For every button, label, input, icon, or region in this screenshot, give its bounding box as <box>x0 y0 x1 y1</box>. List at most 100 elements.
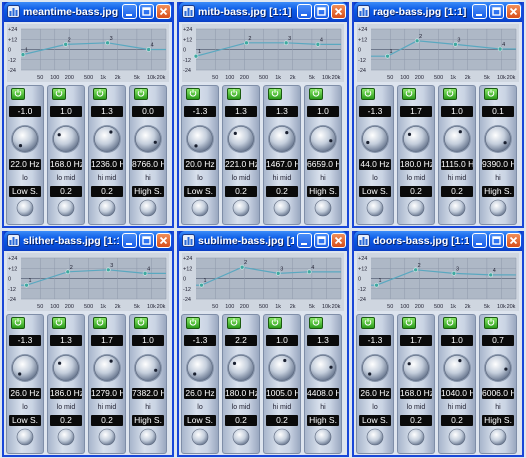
q-display[interactable]: Low S. <box>184 186 216 197</box>
q-display[interactable]: Low S. <box>359 186 391 197</box>
band-power-toggle[interactable] <box>484 88 498 100</box>
maximize-button[interactable] <box>489 233 504 248</box>
frequency-knob[interactable] <box>442 353 472 383</box>
band-power-toggle[interactable] <box>484 317 498 329</box>
minimize-button[interactable] <box>297 4 312 19</box>
q-display[interactable]: 0.2 <box>50 186 82 197</box>
q-knob[interactable] <box>314 199 332 217</box>
minimize-button[interactable] <box>122 233 137 248</box>
maximize-button[interactable] <box>139 4 154 19</box>
gain-display[interactable]: -1.3 <box>359 335 391 346</box>
band-power-toggle[interactable] <box>93 317 107 329</box>
frequency-display[interactable]: 180.0 Hz <box>225 388 257 399</box>
eq-window[interactable]: mitb-bass.jpg [1:1] (B... +24 +12 0 -12 -24 50… <box>177 2 349 228</box>
gain-display[interactable]: 1.3 <box>91 106 123 117</box>
frequency-knob[interactable] <box>133 124 163 154</box>
frequency-display[interactable]: 7382.0 Hz <box>132 388 164 399</box>
minimize-button[interactable] <box>297 233 312 248</box>
gain-display[interactable]: 1.3 <box>307 335 339 346</box>
eq-response-graph[interactable]: +24 +12 0 -12 -24 50 100 200 500 1k 2k 5k 10k 20k 1 2 3 4 <box>7 24 169 82</box>
close-button[interactable] <box>331 233 346 248</box>
q-knob[interactable] <box>139 199 157 217</box>
gain-display[interactable]: -1.3 <box>9 335 41 346</box>
gain-display[interactable]: -1.3 <box>359 106 391 117</box>
frequency-knob[interactable] <box>92 353 122 383</box>
title-bar[interactable]: meantime-bass.jpg [1:1] (B... <box>4 2 172 22</box>
frequency-display[interactable]: 221.0 Hz <box>225 159 257 170</box>
q-knob[interactable] <box>57 199 75 217</box>
gain-display[interactable]: 1.3 <box>266 106 298 117</box>
band-power-toggle[interactable] <box>134 88 148 100</box>
frequency-knob[interactable] <box>483 124 513 154</box>
maximize-button[interactable] <box>314 4 329 19</box>
q-knob[interactable] <box>448 428 466 446</box>
q-display[interactable]: 0.2 <box>91 186 123 197</box>
q-display[interactable]: 0.2 <box>441 415 473 426</box>
band-power-toggle[interactable] <box>134 317 148 329</box>
q-display[interactable]: 0.2 <box>225 415 257 426</box>
frequency-knob[interactable] <box>226 353 256 383</box>
q-display[interactable]: High S. <box>307 415 339 426</box>
frequency-display[interactable]: 4408.0 Hz <box>307 388 339 399</box>
frequency-knob[interactable] <box>133 353 163 383</box>
frequency-display[interactable]: 168.0 Hz <box>400 388 432 399</box>
q-display[interactable]: 0.2 <box>400 415 432 426</box>
band-power-toggle[interactable] <box>11 88 25 100</box>
eq-response-graph[interactable]: +24 +12 0 -12 -24 50 100 200 500 1k 2k 5k 10k 20k 1 2 3 4 <box>182 24 344 82</box>
maximize-button[interactable] <box>139 233 154 248</box>
title-bar[interactable]: slither-bass.jpg [1:1] (... <box>4 231 172 251</box>
q-knob[interactable] <box>57 428 75 446</box>
q-knob[interactable] <box>191 199 209 217</box>
frequency-display[interactable]: 1005.0 Hz <box>266 388 298 399</box>
q-knob[interactable] <box>232 428 250 446</box>
frequency-knob[interactable] <box>10 353 40 383</box>
q-knob[interactable] <box>232 199 250 217</box>
gain-display[interactable]: -1.3 <box>184 106 216 117</box>
gain-display[interactable]: 1.7 <box>400 335 432 346</box>
band-power-toggle[interactable] <box>443 317 457 329</box>
q-knob[interactable] <box>273 428 291 446</box>
eq-window[interactable]: meantime-bass.jpg [1:1] (B... +24 +12 0 -12 -… <box>2 2 174 228</box>
q-knob[interactable] <box>273 199 291 217</box>
band-power-toggle[interactable] <box>361 317 375 329</box>
frequency-display[interactable]: 168.0 Hz <box>50 159 82 170</box>
frequency-display[interactable]: 180.0 Hz <box>400 159 432 170</box>
q-knob[interactable] <box>16 199 34 217</box>
band-power-toggle[interactable] <box>402 317 416 329</box>
gain-display[interactable]: 0.1 <box>482 106 514 117</box>
eq-response-graph[interactable]: +24 +12 0 -12 -24 50 100 200 500 1k 2k 5k 10k 20k 1 2 3 4 <box>182 253 344 311</box>
q-display[interactable]: 0.2 <box>225 186 257 197</box>
q-knob[interactable] <box>191 428 209 446</box>
title-bar[interactable]: doors-bass.jpg [1:1] (... <box>354 231 522 251</box>
gain-display[interactable]: 1.3 <box>225 106 257 117</box>
title-bar[interactable]: mitb-bass.jpg [1:1] (B... <box>179 2 347 22</box>
q-knob[interactable] <box>407 199 425 217</box>
frequency-knob[interactable] <box>308 124 338 154</box>
q-display[interactable]: 0.2 <box>266 415 298 426</box>
frequency-knob[interactable] <box>185 124 215 154</box>
eq-window[interactable]: slither-bass.jpg [1:1] (... +24 +12 0 -12 -24… <box>2 231 174 457</box>
q-display[interactable]: 0.2 <box>266 186 298 197</box>
frequency-display[interactable]: 9390.0 Hz <box>482 159 514 170</box>
q-display[interactable]: High S. <box>482 415 514 426</box>
band-power-toggle[interactable] <box>268 317 282 329</box>
frequency-display[interactable]: 26.0 Hz <box>9 388 41 399</box>
frequency-knob[interactable] <box>442 124 472 154</box>
band-power-toggle[interactable] <box>268 88 282 100</box>
eq-window[interactable]: rage-bass.jpg [1:1] (B... +24 +12 0 -12 -24 50… <box>352 2 524 228</box>
frequency-knob[interactable] <box>401 353 431 383</box>
gain-display[interactable]: 1.0 <box>441 106 473 117</box>
band-power-toggle[interactable] <box>402 88 416 100</box>
eq-response-graph[interactable]: +24 +12 0 -12 -24 50 100 200 500 1k 2k 5k 10k 20k 1 2 3 4 <box>357 24 519 82</box>
frequency-display[interactable]: 186.0 Hz <box>50 388 82 399</box>
frequency-display[interactable]: 6006.0 Hz <box>482 388 514 399</box>
frequency-knob[interactable] <box>483 353 513 383</box>
band-power-toggle[interactable] <box>186 317 200 329</box>
q-knob[interactable] <box>448 199 466 217</box>
q-display[interactable]: 0.2 <box>400 186 432 197</box>
band-power-toggle[interactable] <box>361 88 375 100</box>
band-power-toggle[interactable] <box>227 88 241 100</box>
band-power-toggle[interactable] <box>227 317 241 329</box>
q-display[interactable]: 0.2 <box>91 415 123 426</box>
q-knob[interactable] <box>98 199 116 217</box>
